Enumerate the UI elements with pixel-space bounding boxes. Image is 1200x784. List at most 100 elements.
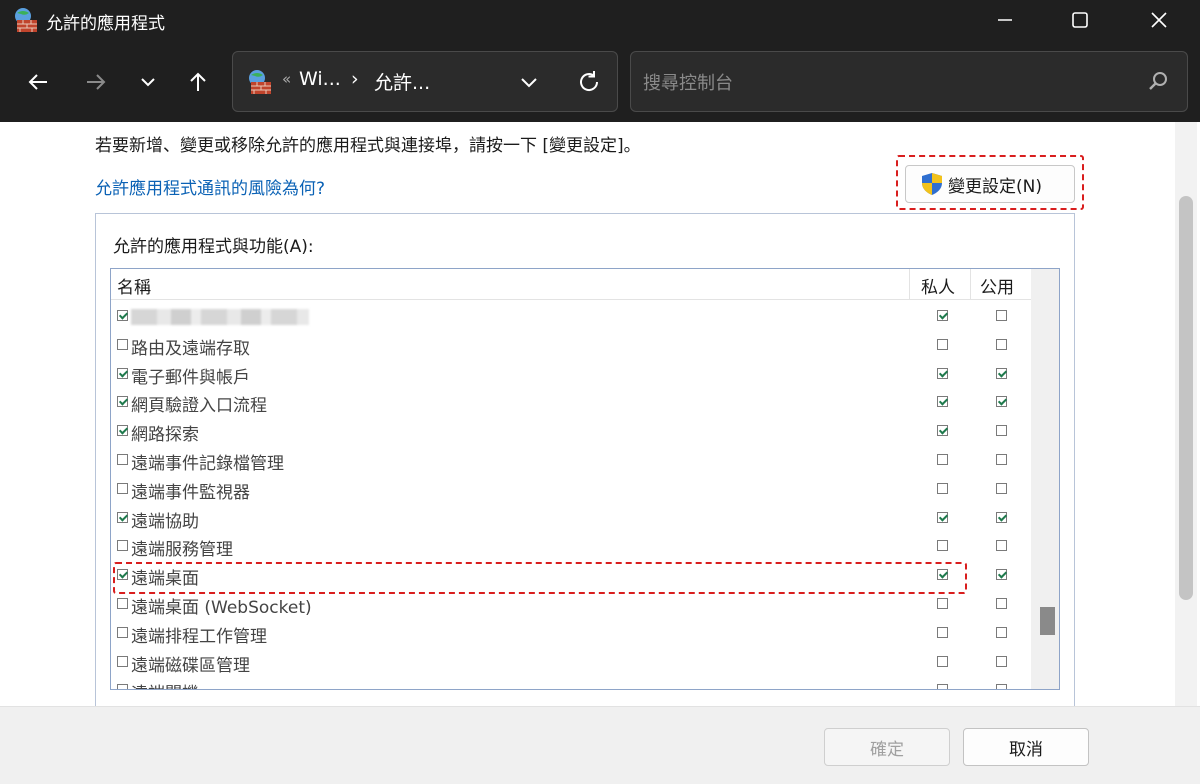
list-item[interactable]: 遠端協助 — [111, 504, 1031, 533]
list-item[interactable] — [111, 302, 1031, 331]
private-checkbox[interactable] — [937, 655, 948, 667]
checkbox-box[interactable] — [117, 626, 128, 638]
search-icon[interactable] — [1147, 70, 1169, 92]
enable-checkbox[interactable] — [117, 511, 128, 523]
enable-checkbox[interactable] — [117, 367, 128, 379]
refresh-icon[interactable] — [576, 69, 602, 95]
checkbox-box[interactable] — [117, 482, 128, 494]
cancel-button[interactable]: 取消 — [963, 728, 1089, 766]
public-checkbox[interactable] — [996, 540, 1007, 552]
private-checkbox[interactable] — [937, 310, 948, 321]
list-item[interactable]: 遠端桌面 (WebSocket) — [111, 590, 1031, 619]
public-checkbox[interactable] — [996, 626, 1007, 638]
checkbox-box[interactable] — [996, 482, 1007, 494]
list-item[interactable]: 遠端事件記錄檔管理 — [111, 446, 1031, 475]
checkbox-box[interactable] — [937, 655, 948, 667]
checkbox-box[interactable] — [937, 310, 948, 321]
list-scrollbar-thumb[interactable] — [1040, 607, 1055, 635]
breadcrumb-allowed-apps[interactable]: 允許... — [374, 68, 430, 95]
checkbox-box[interactable] — [937, 425, 948, 437]
address-bar[interactable]: « Wi... › 允許... — [232, 51, 618, 112]
list-item[interactable]: 遠端關機 — [111, 676, 1031, 689]
checkbox-box[interactable] — [117, 598, 128, 609]
column-divider[interactable] — [970, 269, 971, 300]
checkbox-box[interactable] — [996, 626, 1007, 638]
checkbox-box[interactable] — [117, 511, 128, 523]
public-checkbox[interactable] — [996, 396, 1007, 408]
checkbox-box[interactable] — [937, 540, 948, 552]
public-checkbox[interactable] — [996, 655, 1007, 667]
enable-checkbox[interactable] — [117, 482, 128, 494]
checkbox-box[interactable] — [117, 540, 128, 552]
checkbox-box[interactable] — [996, 310, 1007, 321]
risk-info-link[interactable]: 允許應用程式通訊的風險為何? — [95, 174, 325, 199]
checkbox-box[interactable] — [937, 338, 948, 350]
private-checkbox[interactable] — [937, 425, 948, 437]
window-scrollbar[interactable] — [1175, 122, 1197, 706]
enable-checkbox[interactable] — [117, 540, 128, 552]
recent-locations-button[interactable] — [128, 62, 168, 102]
checkbox-box[interactable] — [937, 598, 948, 609]
checkbox-box[interactable] — [996, 684, 1007, 689]
maximize-button[interactable] — [1041, 0, 1119, 40]
public-checkbox[interactable] — [996, 310, 1007, 321]
private-checkbox[interactable] — [937, 626, 948, 638]
list-item[interactable]: 路由及遠端存取 — [111, 331, 1031, 360]
checkbox-box[interactable] — [117, 454, 128, 465]
list-item[interactable]: 遠端事件監視器 — [111, 475, 1031, 504]
enable-checkbox[interactable] — [117, 454, 128, 465]
enable-checkbox[interactable] — [117, 626, 128, 638]
private-checkbox[interactable] — [937, 396, 948, 408]
checkbox-box[interactable] — [996, 511, 1007, 523]
column-header-private[interactable]: 私人 — [921, 273, 955, 298]
back-button[interactable] — [18, 62, 58, 102]
column-header-name[interactable]: 名稱 — [117, 273, 151, 298]
checkbox-box[interactable] — [117, 338, 128, 350]
checkbox-box[interactable] — [996, 367, 1007, 379]
private-checkbox[interactable] — [937, 454, 948, 465]
enable-checkbox[interactable] — [117, 598, 128, 609]
list-item[interactable]: 網頁驗證入口流程 — [111, 388, 1031, 417]
ok-button[interactable]: 確定 — [824, 728, 950, 766]
enable-checkbox[interactable] — [117, 310, 128, 321]
search-input[interactable]: 搜尋控制台 — [643, 69, 733, 95]
checkbox-box[interactable] — [996, 396, 1007, 408]
private-checkbox[interactable] — [937, 598, 948, 609]
address-dropdown-icon[interactable] — [517, 70, 541, 94]
column-divider[interactable] — [909, 269, 910, 300]
forward-button[interactable] — [76, 62, 116, 102]
private-checkbox[interactable] — [937, 684, 948, 689]
enable-checkbox[interactable] — [117, 425, 128, 437]
checkbox-box[interactable] — [937, 454, 948, 465]
checkbox-box[interactable] — [937, 367, 948, 379]
breadcrumb-separator[interactable]: › — [351, 68, 359, 90]
public-checkbox[interactable] — [996, 511, 1007, 523]
list-item[interactable]: 遠端磁碟區管理 — [111, 648, 1031, 677]
list-scrollbar[interactable] — [1031, 269, 1059, 689]
checkbox-box[interactable] — [996, 454, 1007, 465]
up-button[interactable] — [178, 62, 218, 102]
checkbox-box[interactable] — [996, 338, 1007, 350]
public-checkbox[interactable] — [996, 338, 1007, 350]
list-item[interactable]: 遠端服務管理 — [111, 532, 1031, 561]
public-checkbox[interactable] — [996, 367, 1007, 379]
column-header-public[interactable]: 公用 — [980, 273, 1014, 298]
private-checkbox[interactable] — [937, 482, 948, 494]
breadcrumb-windows-firewall[interactable]: Wi... — [299, 68, 341, 90]
enable-checkbox[interactable] — [117, 338, 128, 350]
close-button[interactable] — [1120, 0, 1198, 40]
enable-checkbox[interactable] — [117, 396, 128, 408]
checkbox-box[interactable] — [117, 310, 128, 321]
checkbox-box[interactable] — [996, 598, 1007, 609]
checkbox-box[interactable] — [117, 396, 128, 408]
checkbox-box[interactable] — [117, 425, 128, 437]
public-checkbox[interactable] — [996, 482, 1007, 494]
checkbox-box[interactable] — [996, 655, 1007, 667]
minimize-button[interactable] — [966, 0, 1044, 40]
enable-checkbox[interactable] — [117, 655, 128, 667]
checkbox-box[interactable] — [937, 482, 948, 494]
public-checkbox[interactable] — [996, 684, 1007, 689]
checkbox-box[interactable] — [937, 626, 948, 638]
checkbox-box[interactable] — [996, 569, 1007, 581]
private-checkbox[interactable] — [937, 367, 948, 379]
